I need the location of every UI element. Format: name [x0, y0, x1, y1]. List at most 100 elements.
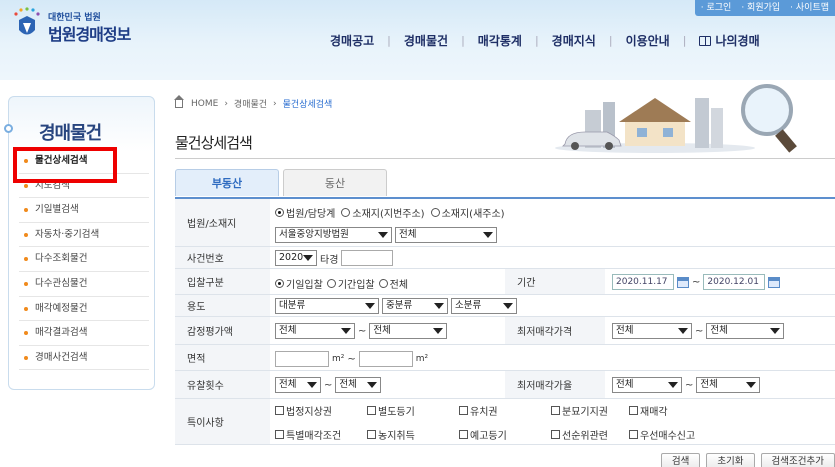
appraisal-from-select[interactable]: 전체	[275, 323, 355, 339]
usage-minor-select[interactable]: 소분류	[451, 298, 517, 314]
fail-label: 유찰횟수	[175, 371, 270, 398]
usage-middle-select[interactable]: 중분류	[382, 298, 448, 314]
nav-auction-knowledge[interactable]: 경매지식	[552, 32, 596, 49]
court-radio-3[interactable]	[430, 208, 440, 217]
bid-radio-group: 기일입찰 기간입찰 전체	[275, 276, 408, 291]
min-price-to-select[interactable]: 전체	[706, 323, 785, 339]
sitemap-link[interactable]: · 사이트맵	[790, 0, 829, 16]
site-logo[interactable]: 대한민국 법원 법원경매정보	[10, 6, 150, 46]
court-radio-group: 법원/담당계 소재지(지번주소) 소재지(새주소)	[275, 205, 505, 220]
special-option[interactable]: 특별매각조건	[275, 427, 367, 442]
special-option[interactable]: 유치권	[459, 403, 551, 418]
checkbox[interactable]	[367, 430, 376, 439]
court-radio-1[interactable]	[275, 208, 284, 217]
tilde: ~	[685, 379, 694, 391]
bid-radio-3[interactable]	[378, 279, 388, 288]
signup-link[interactable]: · 회원가입	[741, 0, 780, 16]
sidebar-item-most-viewed[interactable]: 다수조회물건	[19, 247, 149, 272]
form-row-bid: 입찰구분 기일입찰 기간입찰 전체 기간 2020.11.17 ~ 2020.1…	[175, 269, 835, 295]
nav-my-auction[interactable]: 나의경매	[699, 32, 760, 49]
bid-radio-3-label: 전체	[389, 280, 409, 291]
special-option[interactable]: 농지취득	[367, 427, 459, 442]
case-number-input[interactable]	[341, 250, 394, 266]
sidebar-item-date-search[interactable]: 기일별검색	[19, 198, 149, 223]
checkbox[interactable]	[629, 430, 638, 439]
nav-usage-guide[interactable]: 이용안내	[626, 32, 670, 49]
usage-major-select[interactable]: 대분류	[275, 298, 379, 314]
login-link[interactable]: · 로그인	[701, 0, 732, 16]
tab-real-estate[interactable]: 부동산	[175, 169, 279, 196]
reset-button[interactable]: 초기화	[706, 453, 755, 467]
breadcrumb-home[interactable]: HOME	[191, 99, 218, 109]
min-price-from-select[interactable]: 전체	[612, 323, 692, 339]
special-option-label: 특별매각조건	[286, 431, 342, 442]
date-to-input[interactable]: 2020.12.01	[703, 274, 766, 290]
court-sub-select[interactable]: 전체	[395, 227, 497, 243]
checkbox[interactable]	[367, 406, 376, 415]
checkbox[interactable]	[551, 406, 560, 415]
checkbox[interactable]	[459, 406, 468, 415]
case-year-select[interactable]: 2020	[275, 250, 317, 266]
special-option[interactable]: 우선매수신고	[629, 427, 695, 442]
fail-to-select[interactable]: 전체	[335, 377, 382, 393]
court-radio-2[interactable]	[341, 208, 351, 217]
court-select[interactable]: 서울중앙지방법원	[275, 227, 392, 243]
sidebar-item-scheduled-sale[interactable]: 매각예정물건	[19, 297, 149, 322]
min-rate-from-select[interactable]: 전체	[612, 377, 682, 393]
min-rate-group: 전체 ~ 전체	[612, 377, 761, 393]
checkbox[interactable]	[629, 406, 638, 415]
tab-movable-property[interactable]: 동산	[283, 169, 387, 196]
min-rate-to-select[interactable]: 전체	[696, 377, 761, 393]
special-label: 특이사항	[175, 399, 270, 444]
special-option[interactable]: 법정지상권	[275, 403, 367, 418]
action-buttons: 검색 초기화 검색조건추가	[660, 453, 835, 467]
special-option[interactable]: 분묘기지권	[551, 403, 629, 418]
main-navigation: 경매공고 | 경매물건 | 매각통계 | 경매지식 | 이용안내 | 나의경매	[330, 32, 760, 49]
breadcrumb-current: 물건상세검색	[282, 100, 333, 110]
special-option-label: 농지취득	[378, 431, 415, 442]
special-option-label: 법정지상권	[286, 407, 332, 418]
checkbox[interactable]	[551, 430, 560, 439]
special-option-label: 분묘기지권	[562, 407, 608, 418]
special-option[interactable]: 별도등기	[367, 403, 459, 418]
tilde: ~	[324, 379, 333, 391]
date-from-input[interactable]: 2020.11.17	[612, 274, 674, 290]
checkbox[interactable]	[459, 430, 468, 439]
special-row-1: 법정지상권 별도등기 유치권 분묘기지권 재매각	[275, 403, 668, 418]
sidebar-item-case-search[interactable]: 경매사건검색	[19, 346, 149, 371]
special-option[interactable]: 재매각	[629, 403, 668, 418]
area-unit: m²	[332, 354, 345, 364]
sidebar: 경매물건 물건상세검색 지도검색 기일별검색 자동차·중기검색 다수조회물건 다…	[4, 96, 155, 390]
form-row-case: 사건번호 2020 타경	[175, 247, 835, 269]
calendar-icon[interactable]	[768, 276, 781, 288]
bid-radio-1[interactable]	[275, 279, 284, 288]
bid-radio-2[interactable]	[326, 279, 336, 288]
calendar-icon[interactable]	[677, 276, 689, 288]
breadcrumb-level1[interactable]: 경매물건	[234, 97, 267, 110]
nav-sale-stats[interactable]: 매각통계	[478, 32, 522, 49]
book-icon	[699, 36, 712, 46]
form-row-price: 감정평가액 전체 ~ 전체 최저매각가격 전체 ~ 전체	[175, 317, 835, 345]
appraisal-label: 감정평가액	[175, 317, 270, 344]
appraisal-to-select[interactable]: 전체	[369, 323, 448, 339]
special-option[interactable]: 선순위관련	[551, 427, 629, 442]
search-button[interactable]: 검색	[660, 453, 701, 467]
area-from-input[interactable]	[275, 351, 329, 367]
page-title: 물건상세검색	[175, 134, 253, 152]
checkbox[interactable]	[275, 406, 284, 415]
area-to-input[interactable]	[358, 351, 413, 367]
sidebar-item-most-interest[interactable]: 다수관심물건	[19, 272, 149, 297]
area-label: 면적	[175, 345, 270, 370]
form-row-usage: 용도 대분류 중분류 소분류	[175, 295, 835, 317]
tilde: ~	[347, 353, 356, 365]
nav-auction-items[interactable]: 경매물건	[404, 32, 448, 49]
nav-auction-notice[interactable]: 경매공고	[330, 32, 374, 49]
sidebar-item-vehicle-search[interactable]: 자동차·중기검색	[19, 223, 149, 248]
checkbox[interactable]	[275, 430, 284, 439]
add-condition-button[interactable]: 검색조건추가	[760, 453, 835, 467]
fail-from-select[interactable]: 전체	[275, 377, 321, 393]
special-option[interactable]: 예고등기	[459, 427, 551, 442]
nav-separator: |	[682, 34, 687, 47]
nav-separator: |	[461, 34, 465, 47]
sidebar-item-sale-results[interactable]: 매각결과검색	[19, 321, 149, 346]
